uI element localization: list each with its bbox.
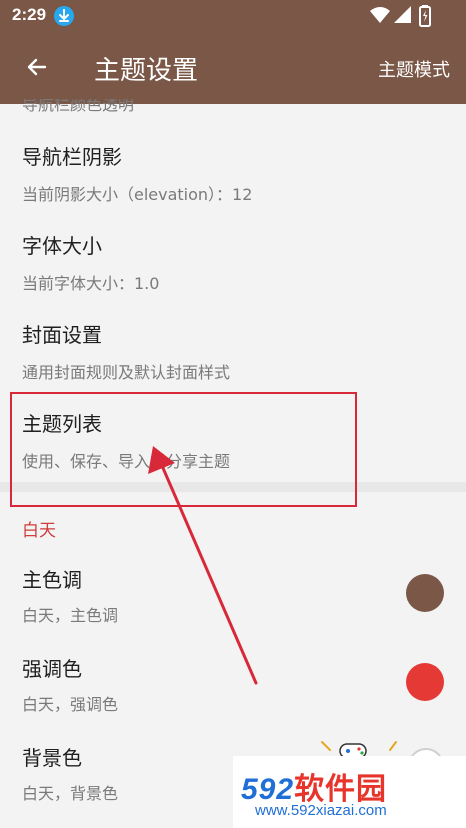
screen: 2:29 主题设置 主题模式 导航栏颜色透明 导航栏阴影 当前阴影大小（elev… (0, 0, 466, 828)
watermark-url: www.592xiazai.com (255, 802, 387, 819)
annotation-arrow (148, 446, 258, 685)
watermark: 592软件园 www.592xiazai.com (233, 756, 466, 828)
